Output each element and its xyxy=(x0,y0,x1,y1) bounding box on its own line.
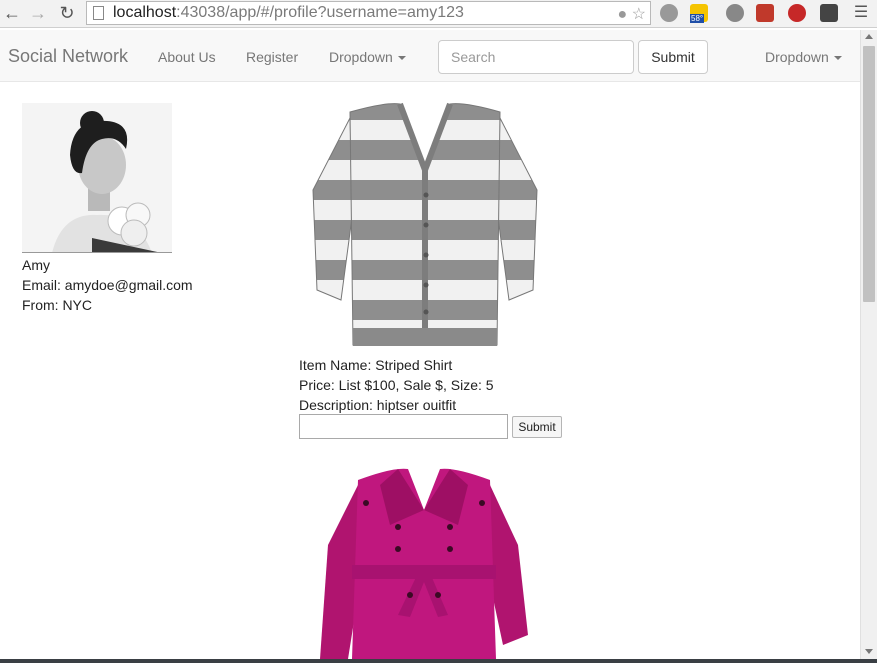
weather-icon[interactable]: 58° xyxy=(690,4,708,22)
caret-down-icon xyxy=(834,56,842,60)
search-input[interactable] xyxy=(438,40,634,74)
caret-down-icon xyxy=(398,56,406,60)
address-bar[interactable]: localhost:43038/app/#/profile?username=a… xyxy=(86,1,651,25)
profile-photo xyxy=(22,103,172,253)
bookmark-extension-icon[interactable] xyxy=(756,4,774,22)
nav-dropdown[interactable]: Dropdown xyxy=(329,49,406,65)
browser-toolbar: ← → ↻ localhost:43038/app/#/profile?user… xyxy=(0,0,877,28)
scroll-down-icon[interactable] xyxy=(865,649,873,654)
weather-temp: 58° xyxy=(690,14,704,23)
nav-register[interactable]: Register xyxy=(246,49,298,65)
item-submit-button[interactable]: Submit xyxy=(512,416,562,438)
pocket-icon[interactable] xyxy=(820,4,838,22)
back-icon[interactable]: ← xyxy=(2,3,22,23)
item-name: Item Name: Striped Shirt xyxy=(299,355,494,375)
taskbar-edge xyxy=(0,659,877,663)
reload-icon[interactable]: ↻ xyxy=(57,3,77,23)
nav-about-us[interactable]: About Us xyxy=(158,49,216,65)
url-path: :43038/app/#/profile?username=amy123 xyxy=(176,4,464,21)
item-image-trench-coat xyxy=(318,465,530,659)
nav-right-dropdown[interactable]: Dropdown xyxy=(765,49,842,65)
nav-dropdown-label: Dropdown xyxy=(329,49,393,65)
profile-info: Amy Email: amydoe@gmail.com From: NYC xyxy=(22,255,193,315)
nav-right-dropdown-label: Dropdown xyxy=(765,49,829,65)
item-description: Description: hiptser ouitfit xyxy=(299,395,494,415)
item-details: Item Name: Striped Shirt Price: List $10… xyxy=(299,355,494,415)
scroll-thumb[interactable] xyxy=(863,46,875,302)
extension-icon[interactable] xyxy=(660,4,678,22)
item-image-striped-shirt xyxy=(305,100,545,352)
phone-extension-icon[interactable] xyxy=(726,4,744,22)
item-price: Price: List $100, Sale $, Size: 5 xyxy=(299,375,494,395)
url-host: localhost xyxy=(113,4,176,21)
adblock-icon[interactable] xyxy=(788,4,806,22)
navbar: Social Network About Us Register Dropdow… xyxy=(0,30,860,82)
item-comment-input[interactable] xyxy=(299,414,508,439)
menu-icon[interactable]: ☰ xyxy=(851,3,871,23)
profile-email: Email: amydoe@gmail.com xyxy=(22,275,193,295)
profile-name: Amy xyxy=(22,255,193,275)
profile-location: From: NYC xyxy=(22,295,193,315)
bookmark-star-icon[interactable]: ● ☆ xyxy=(618,4,646,25)
brand-link[interactable]: Social Network xyxy=(8,46,128,67)
scroll-up-icon[interactable] xyxy=(865,34,873,39)
page-scrollbar[interactable] xyxy=(860,30,877,660)
search-submit-button[interactable]: Submit xyxy=(638,40,708,74)
forward-icon[interactable]: → xyxy=(28,3,48,23)
page-icon xyxy=(93,6,104,20)
